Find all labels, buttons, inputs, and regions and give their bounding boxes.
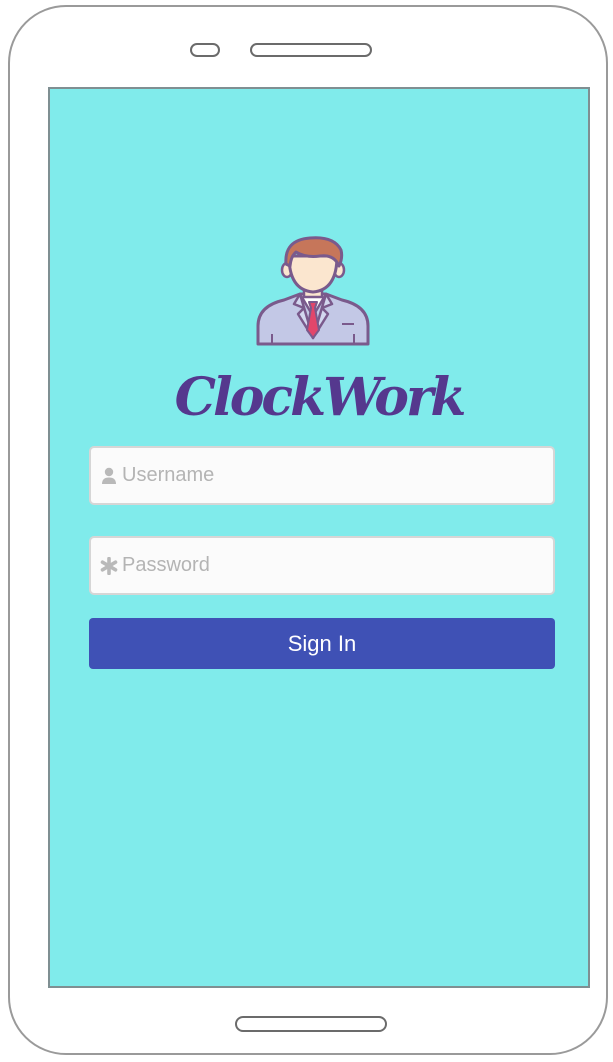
app-title: ClockWork: [174, 367, 467, 428]
username-field[interactable]: [89, 446, 555, 505]
app-screen: ClockWork Si: [48, 87, 590, 988]
password-input[interactable]: [122, 545, 522, 586]
password-field[interactable]: [89, 536, 555, 595]
sign-in-button[interactable]: Sign In: [89, 618, 555, 669]
camera: [190, 43, 220, 57]
speaker: [250, 43, 372, 57]
asterisk-icon: [100, 556, 118, 576]
username-input[interactable]: [122, 455, 522, 496]
phone-frame: ClockWork Si: [8, 5, 608, 1055]
home-button[interactable]: [235, 1016, 387, 1032]
user-icon: [100, 466, 118, 486]
businessman-avatar-icon: [254, 234, 372, 348]
